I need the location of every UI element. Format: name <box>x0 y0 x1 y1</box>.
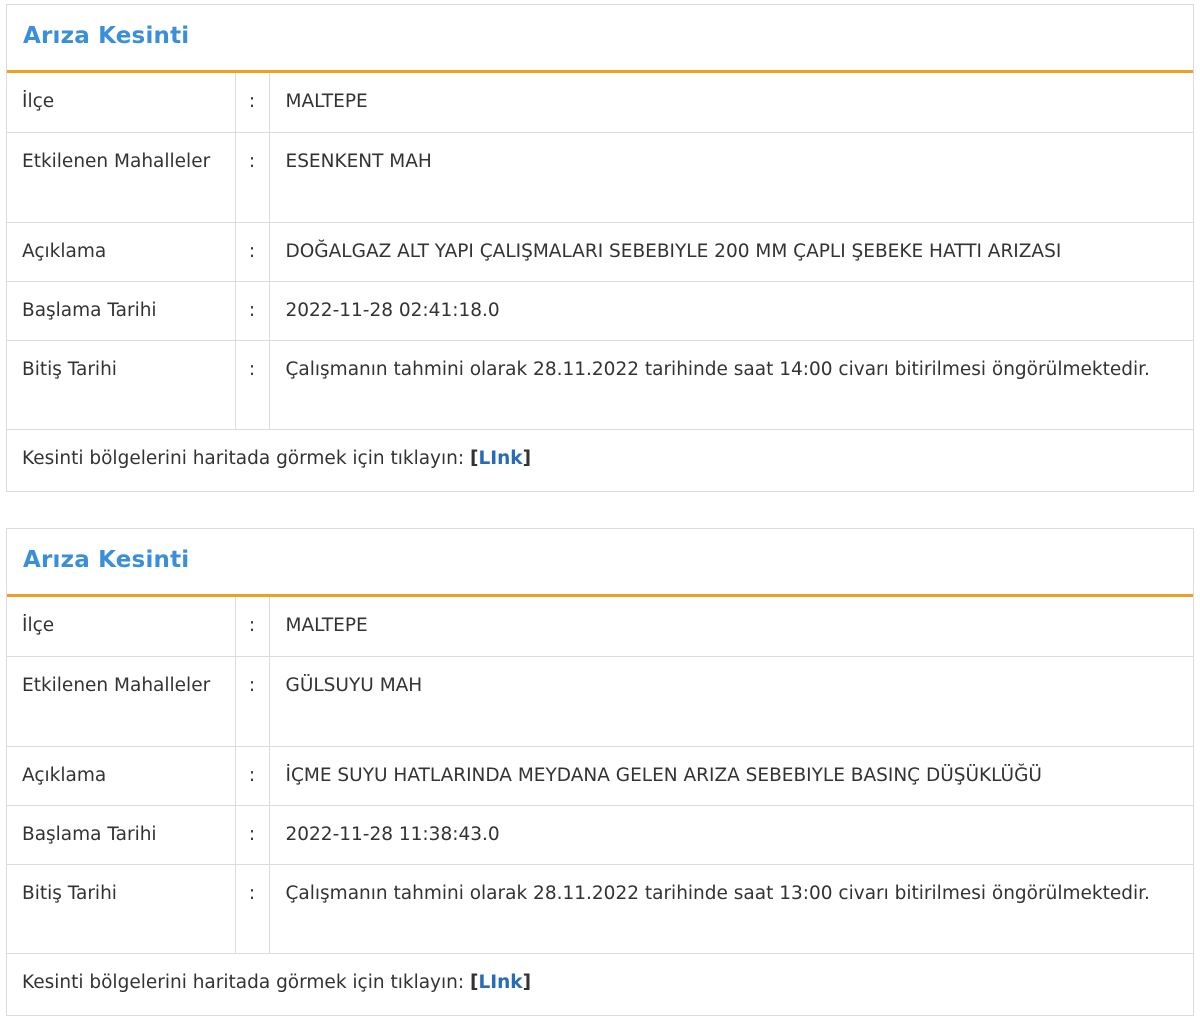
separator: : <box>235 656 270 747</box>
start-date-value: 2022-11-28 02:41:18.0 <box>269 281 1193 341</box>
separator: : <box>235 281 270 341</box>
table-row-district: İlçe : MALTEPE <box>7 73 1193 133</box>
outage-details-table: İlçe : MALTEPE Etkilenen Mahalleler : ES… <box>7 73 1193 430</box>
separator: : <box>235 805 270 865</box>
table-row-start-date: Başlama Tarihi : 2022-11-28 11:38:43.0 <box>7 805 1193 865</box>
separator: : <box>235 864 270 954</box>
map-link-text: Kesinti bölgelerini haritada görmek için… <box>22 971 470 993</box>
neighborhoods-value: GÜLSUYU MAH <box>269 656 1193 747</box>
map-link-row: Kesinti bölgelerini haritada görmek için… <box>7 430 1193 488</box>
start-date-value: 2022-11-28 11:38:43.0 <box>269 805 1193 865</box>
table-row-description: Açıklama : DOĞALGAZ ALT YAPI ÇALIŞMALARI… <box>7 222 1193 282</box>
start-date-label: Başlama Tarihi <box>7 805 236 865</box>
map-link[interactable]: LInk <box>478 448 522 469</box>
card-header: Arıza Kesinti <box>7 529 1193 597</box>
map-link-text: Kesinti bölgelerini haritada görmek için… <box>22 447 470 469</box>
district-label: İlçe <box>7 597 236 657</box>
district-value: MALTEPE <box>269 73 1193 133</box>
end-date-value: Çalışmanın tahmini olarak 28.11.2022 tar… <box>269 864 1193 954</box>
outage-details-table: İlçe : MALTEPE Etkilenen Mahalleler : GÜ… <box>7 597 1193 954</box>
card-title: Arıza Kesinti <box>23 23 190 49</box>
outage-card: Arıza Kesinti İlçe : MALTEPE Etkilenen M… <box>6 528 1194 1016</box>
separator: : <box>235 132 270 223</box>
table-row-end-date: Bitiş Tarihi : Çalışmanın tahmini olarak… <box>7 340 1193 430</box>
table-row-neighborhoods: Etkilenen Mahalleler : ESENKENT MAH <box>7 132 1193 223</box>
link-close-bracket: ] <box>522 971 532 993</box>
table-row-description: Açıklama : İÇME SUYU HATLARINDA MEYDANA … <box>7 746 1193 806</box>
description-value: İÇME SUYU HATLARINDA MEYDANA GELEN ARIZA… <box>269 746 1193 806</box>
card-title: Arıza Kesinti <box>23 547 190 573</box>
separator: : <box>235 222 270 282</box>
link-close-bracket: ] <box>522 447 532 469</box>
neighborhoods-label: Etkilenen Mahalleler <box>7 132 236 223</box>
separator: : <box>235 340 270 430</box>
outage-card: Arıza Kesinti İlçe : MALTEPE Etkilenen M… <box>6 4 1194 492</box>
end-date-label: Bitiş Tarihi <box>7 864 236 954</box>
start-date-label: Başlama Tarihi <box>7 281 236 341</box>
district-value: MALTEPE <box>269 597 1193 657</box>
map-link-row: Kesinti bölgelerini haritada görmek için… <box>7 954 1193 1012</box>
separator: : <box>235 746 270 806</box>
table-row-district: İlçe : MALTEPE <box>7 597 1193 657</box>
neighborhoods-label: Etkilenen Mahalleler <box>7 656 236 747</box>
separator: : <box>235 73 270 133</box>
district-label: İlçe <box>7 73 236 133</box>
table-row-neighborhoods: Etkilenen Mahalleler : GÜLSUYU MAH <box>7 656 1193 747</box>
end-date-label: Bitiş Tarihi <box>7 340 236 430</box>
description-value: DOĞALGAZ ALT YAPI ÇALIŞMALARI SEBEBIYLE … <box>269 222 1193 282</box>
description-label: Açıklama <box>7 222 236 282</box>
separator: : <box>235 597 270 657</box>
end-date-value: Çalışmanın tahmini olarak 28.11.2022 tar… <box>269 340 1193 430</box>
table-row-start-date: Başlama Tarihi : 2022-11-28 02:41:18.0 <box>7 281 1193 341</box>
map-link[interactable]: LInk <box>478 972 522 993</box>
card-header: Arıza Kesinti <box>7 5 1193 73</box>
table-row-end-date: Bitiş Tarihi : Çalışmanın tahmini olarak… <box>7 864 1193 954</box>
neighborhoods-value: ESENKENT MAH <box>269 132 1193 223</box>
description-label: Açıklama <box>7 746 236 806</box>
